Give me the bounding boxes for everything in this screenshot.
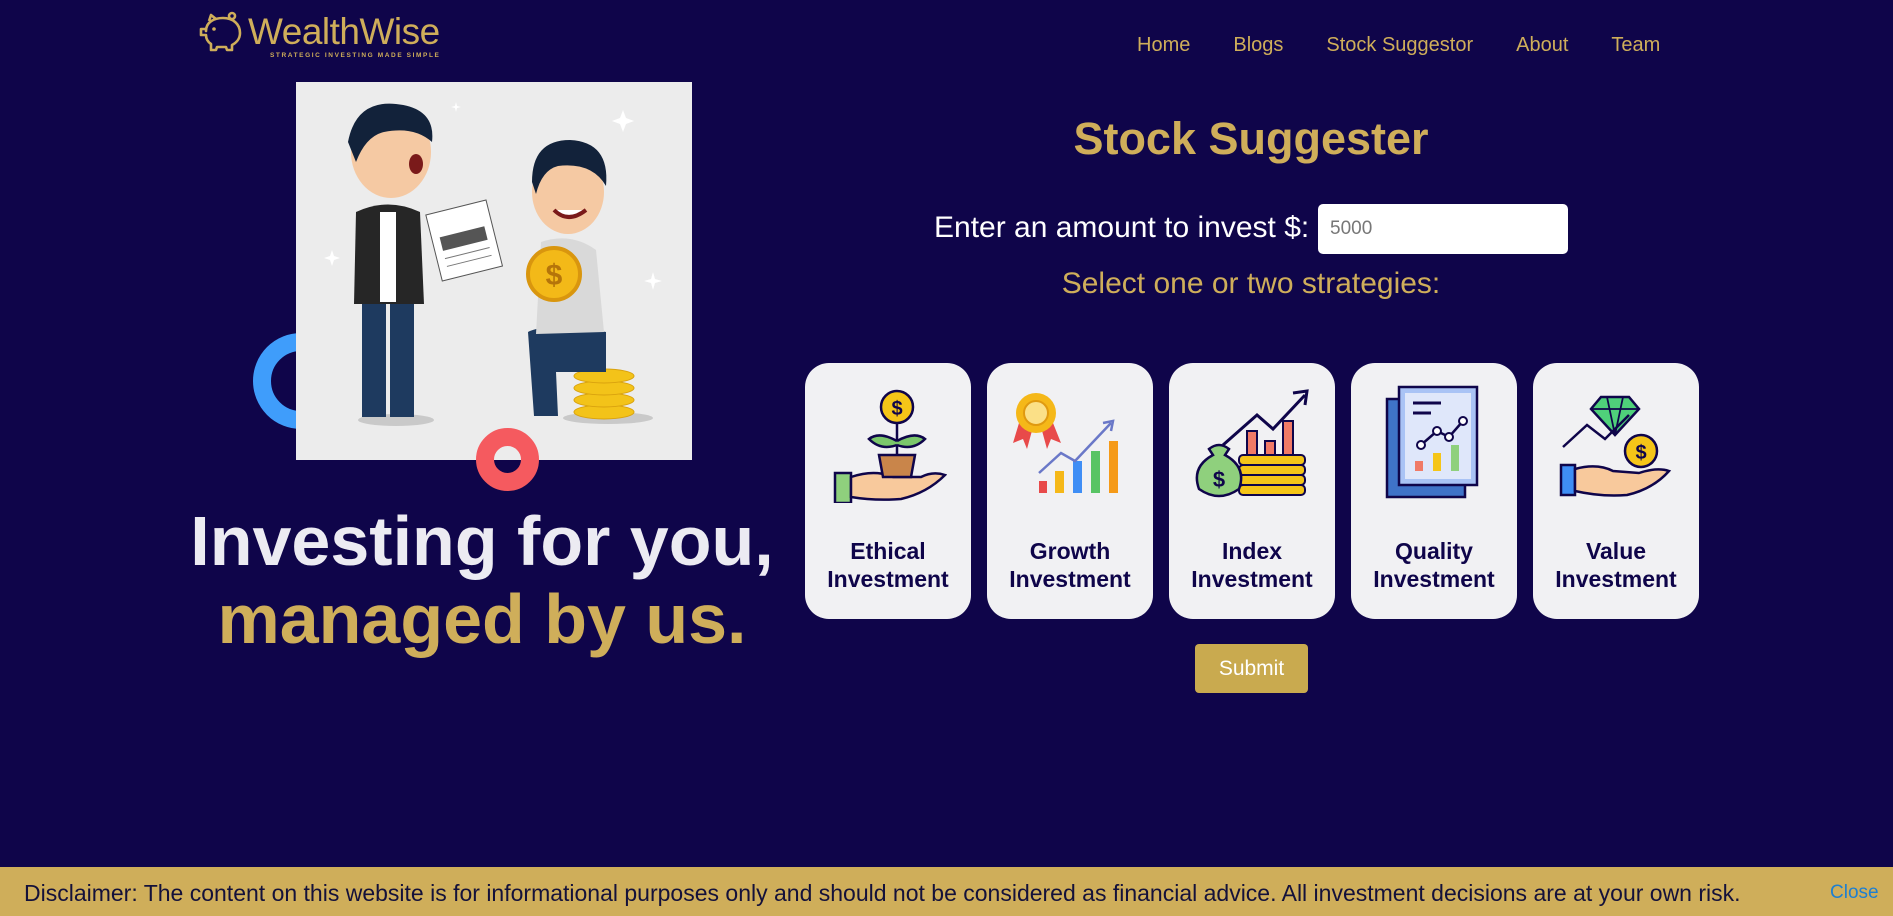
svg-text:$: $ xyxy=(1213,467,1225,492)
piggy-bank-icon xyxy=(199,11,242,52)
svg-text:$: $ xyxy=(1635,442,1646,464)
hero-headline: Investing for you, managed by us. xyxy=(160,502,804,658)
nav-home[interactable]: Home xyxy=(1137,32,1190,58)
hero-line-2: managed by us. xyxy=(217,580,747,658)
main-nav: Home Blogs Stock Suggestor About Team xyxy=(1137,32,1703,58)
money-bag-coins-chart-icon: $ xyxy=(1195,389,1309,498)
brand-logo[interactable]: WealthWise STRATEGIC INVESTING MADE SIMP… xyxy=(198,10,440,59)
growth-chart-icon xyxy=(1013,393,1118,493)
brand-tagline: STRATEGIC INVESTING MADE SIMPLE xyxy=(270,52,441,59)
strategy-card-value[interactable]: $ Value Investment xyxy=(1533,363,1699,619)
strategy-label: Quality Investment xyxy=(1373,538,1495,592)
hero-illustration: $ xyxy=(296,82,692,460)
nav-about[interactable]: About xyxy=(1516,32,1568,58)
amount-input[interactable] xyxy=(1318,204,1568,254)
nav-team[interactable]: Team xyxy=(1611,32,1660,58)
strategy-card-quality[interactable]: Quality Investment xyxy=(1351,363,1517,619)
plant-money-hand-icon: $ xyxy=(833,389,947,503)
strategy-cards: $ Ethical Investment Growth Investment $… xyxy=(805,363,1715,619)
strategy-label: Ethical Investment xyxy=(827,538,949,592)
svg-text:$: $ xyxy=(891,398,902,420)
diamond-hand-icon: $ xyxy=(1559,395,1672,497)
disclaimer-text: Disclaimer: The content on this website … xyxy=(24,880,1741,906)
close-disclaimer-link[interactable]: Close xyxy=(1830,882,1879,904)
nav-blogs[interactable]: Blogs xyxy=(1233,32,1283,58)
strategy-card-growth[interactable]: Growth Investment xyxy=(987,363,1153,619)
brand-name: WealthWise xyxy=(248,11,440,52)
strategies-label: Select one or two strategies: xyxy=(1061,267,1441,300)
page-title: Stock Suggester xyxy=(1073,113,1429,164)
strategy-card-ethical[interactable]: $ Ethical Investment xyxy=(805,363,971,619)
strategy-label: Value Investment xyxy=(1555,538,1677,592)
amount-label: Enter an amount to invest $: xyxy=(934,211,1310,244)
strategy-label: Index Investment xyxy=(1191,538,1313,592)
disclaimer-banner: Disclaimer: The content on this website … xyxy=(0,867,1893,916)
strategy-label: Growth Investment xyxy=(1009,538,1131,592)
strategy-card-index[interactable]: $ Index Investment xyxy=(1169,363,1335,619)
hero-line-1: Investing for you, xyxy=(190,502,774,580)
report-chart-icon xyxy=(1385,385,1479,499)
nav-stock-suggestor[interactable]: Stock Suggestor xyxy=(1326,32,1473,58)
submit-button[interactable]: Submit xyxy=(1195,644,1308,693)
decorative-red-ring xyxy=(476,428,539,491)
svg-text:$: $ xyxy=(546,259,563,292)
